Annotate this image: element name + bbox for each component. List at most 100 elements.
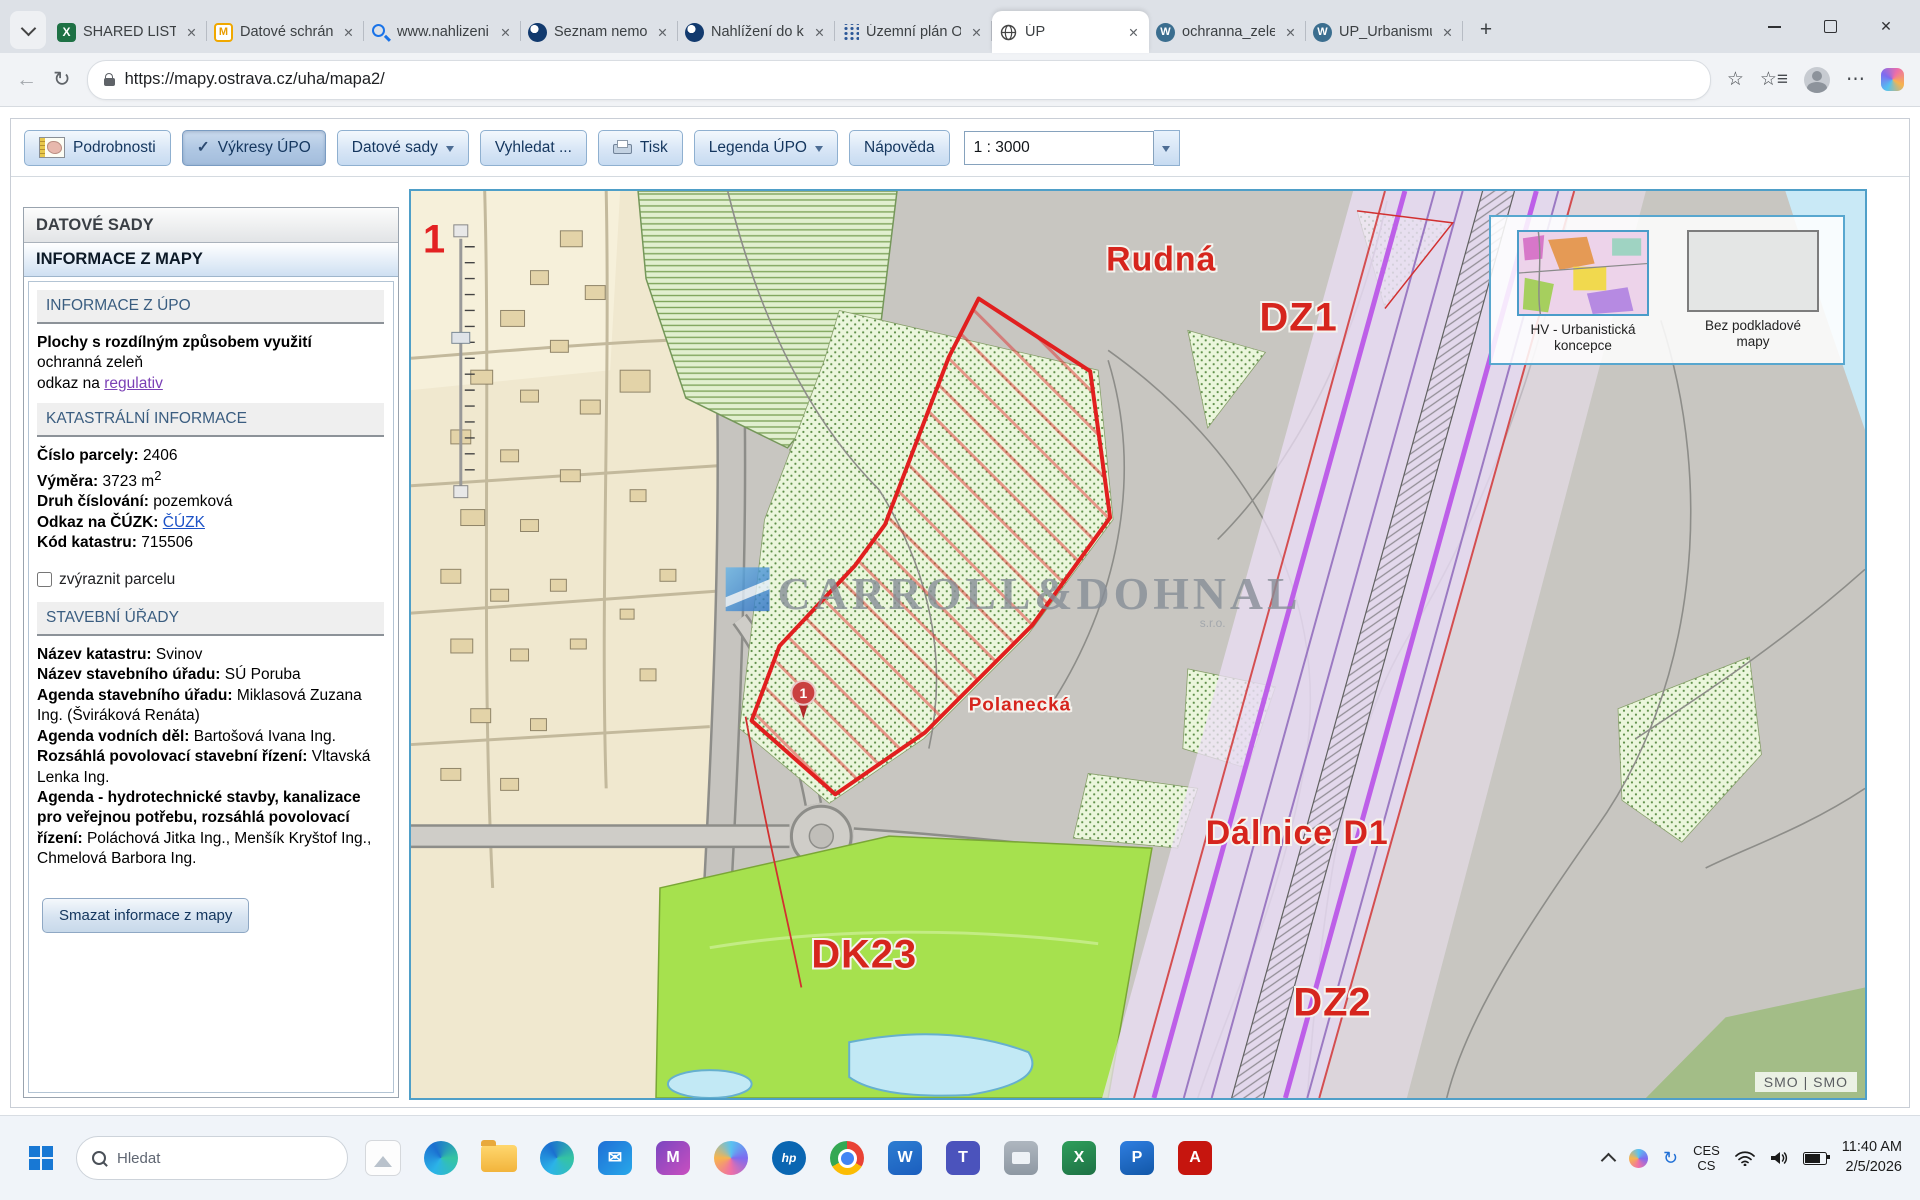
tab-nahlizeni[interactable]: www.nahlizeni — [364, 11, 521, 53]
accordion-datove-sady[interactable]: DATOVÉ SADY — [24, 208, 398, 243]
cuzk-link[interactable]: ČÚZK — [163, 514, 205, 531]
taskbar-search[interactable]: Hledat — [76, 1136, 348, 1180]
map-info-panel: INFORMACE Z ÚPO Plochy s rozdílným způso… — [28, 281, 394, 1093]
profile-avatar[interactable] — [1804, 67, 1830, 93]
chrome-icon[interactable] — [824, 1135, 870, 1181]
volume-icon[interactable] — [1770, 1150, 1788, 1166]
katastr-row: Kód katastru: 715506 — [37, 533, 384, 553]
photos-icon[interactable] — [360, 1135, 406, 1181]
close-window-button[interactable] — [1858, 0, 1914, 53]
outlook-icon[interactable] — [592, 1135, 638, 1181]
basemap-thumbnail-none[interactable] — [1687, 230, 1819, 312]
search-icon — [371, 23, 390, 42]
katastr-row: Číslo parcely: 2406 — [37, 446, 384, 466]
tab-ochranna-zelen[interactable]: ochranna_zele — [1149, 11, 1306, 53]
acrobat-icon[interactable] — [1172, 1135, 1218, 1181]
chevron-down-icon — [1162, 146, 1170, 156]
close-icon[interactable] — [811, 24, 828, 41]
app-toolbar: Podrobnosti ✓ Výkresy ÚPO Datové sady Vy… — [11, 119, 1909, 177]
basemap-option-hv[interactable]: HV - Urbanistická koncepce — [1517, 230, 1649, 350]
map-copyright: SMO | SMO — [1755, 1072, 1857, 1092]
grid-dots-icon — [842, 24, 859, 40]
basemap-option-none[interactable]: Bez podkladové mapy — [1687, 230, 1819, 350]
urady-row: Agenda vodních děl: Bartošová Ivana Ing. — [37, 727, 384, 747]
section-informace-z-upo: INFORMACE Z ÚPO — [37, 290, 384, 324]
regulativ-link[interactable]: regulativ — [104, 375, 163, 392]
tab-seznam-nemovitosti[interactable]: Seznam nemo — [521, 11, 678, 53]
vyhledat-button[interactable]: Vyhledat ... — [480, 130, 587, 166]
language-switcher[interactable]: CES CS — [1693, 1143, 1720, 1174]
new-tab-button[interactable] — [1469, 13, 1503, 47]
minimize-button[interactable] — [1746, 0, 1802, 53]
close-icon[interactable] — [968, 24, 985, 41]
close-icon[interactable] — [183, 24, 200, 41]
highlight-parcel-checkbox[interactable] — [37, 572, 52, 587]
tab-up-urbanismus[interactable]: UP_Urbanismu — [1306, 11, 1463, 53]
close-icon[interactable] — [1282, 24, 1299, 41]
tray-chevron-up-icon[interactable] — [1601, 1152, 1617, 1168]
hp-icon[interactable] — [766, 1135, 812, 1181]
restore-button[interactable] — [1802, 0, 1858, 53]
battery-icon[interactable] — [1803, 1152, 1827, 1165]
edge-icon[interactable] — [534, 1135, 580, 1181]
napoveda-button[interactable]: Nápověda — [849, 130, 950, 166]
upo-heading: Plochy s rozdílným způsobem využití — [37, 334, 312, 351]
remote-desktop-icon[interactable] — [998, 1135, 1044, 1181]
word-icon[interactable] — [882, 1135, 928, 1181]
favorites-collections-icon[interactable]: ☆≡ — [1760, 68, 1788, 91]
urady-row: Rozsáhlá povolovací stavební řízení: Vlt… — [37, 747, 384, 788]
tisk-button[interactable]: Tisk — [598, 130, 683, 166]
urady-row: Agenda stavebního úřadu: Miklasová Zuzan… — [37, 686, 384, 727]
label-dalnice-d1: Dálnice D1 — [1206, 814, 1389, 852]
clock[interactable]: 11:40 AM 2/5/2026 — [1842, 1138, 1902, 1177]
microsoft365-icon[interactable] — [650, 1135, 696, 1181]
edge-icon[interactable] — [418, 1135, 464, 1181]
favorite-star-icon[interactable]: ☆ — [1727, 68, 1744, 91]
datovka-icon — [214, 23, 233, 42]
sync-tray-icon[interactable]: ↻ — [1663, 1149, 1678, 1167]
smazat-informace-button[interactable]: Smazat informace z mapy — [42, 898, 249, 933]
more-options-icon[interactable]: ⋯ — [1846, 68, 1865, 91]
wordpress-icon — [1156, 23, 1175, 42]
close-icon[interactable] — [340, 24, 357, 41]
copilot-icon[interactable] — [1881, 68, 1904, 91]
tab-nahlizeni-kn[interactable]: Nahlížení do k — [678, 11, 835, 53]
excel-icon[interactable] — [1056, 1135, 1102, 1181]
tab-up-active[interactable]: ÚP — [992, 11, 1149, 53]
close-icon[interactable] — [654, 24, 671, 41]
tab-shared-list[interactable]: SHARED LIST ( — [50, 11, 207, 53]
tab-uzemni-plan[interactable]: Územní plán O — [835, 11, 992, 53]
accordion-informace-z-mapy[interactable]: INFORMACE Z MAPY — [24, 243, 398, 277]
svg-text:s.r.o.: s.r.o. — [1200, 616, 1226, 630]
file-explorer-icon[interactable] — [476, 1135, 522, 1181]
back-icon[interactable]: ← — [16, 69, 37, 90]
datove-sady-dropdown[interactable]: Datové sady — [337, 130, 469, 166]
katastr-row: Odkaz na ČÚZK: ČÚZK — [37, 513, 384, 533]
powerbi-icon[interactable] — [1114, 1135, 1160, 1181]
copilot-icon[interactable] — [708, 1135, 754, 1181]
lock-icon[interactable] — [104, 78, 115, 86]
tab-list-chevron-button[interactable] — [10, 11, 46, 49]
vykresy-upo-button[interactable]: ✓ Výkresy ÚPO — [182, 130, 326, 166]
tab-datove-schranky[interactable]: Datové schrán — [207, 11, 364, 53]
legenda-upo-dropdown[interactable]: Legenda ÚPO — [694, 130, 838, 166]
start-button[interactable] — [18, 1135, 64, 1181]
close-icon[interactable] — [497, 24, 514, 41]
wifi-icon[interactable] — [1735, 1150, 1755, 1166]
scale-input[interactable]: 1 : 3000 — [964, 131, 1154, 165]
close-icon[interactable] — [1125, 24, 1142, 41]
cuzk-globe-icon — [685, 23, 704, 42]
basemap-thumbnail-hv[interactable] — [1517, 230, 1649, 316]
scale-dropdown-button[interactable] — [1154, 130, 1180, 166]
zoom-slider-handle[interactable] — [452, 332, 470, 343]
url-input[interactable]: https://mapy.ostrava.cz/uha/mapa2/ — [87, 60, 1711, 100]
map-viewport[interactable]: 1 1 Rudná DZ1 Polanecká Dálnice D1 DK23 … — [409, 189, 1867, 1100]
copilot-tray-icon[interactable] — [1629, 1149, 1648, 1168]
url-text: https://mapy.ostrava.cz/uha/mapa2/ — [125, 70, 385, 89]
refresh-icon[interactable]: ↻ — [53, 69, 71, 90]
teams-icon[interactable] — [940, 1135, 986, 1181]
close-icon[interactable] — [1439, 24, 1456, 41]
sidebar: DATOVÉ SADY INFORMACE Z MAPY INFORMACE Z… — [23, 207, 399, 1098]
podrobnosti-button[interactable]: Podrobnosti — [24, 130, 171, 166]
urady-row: Název katastru: Svinov — [37, 645, 384, 665]
